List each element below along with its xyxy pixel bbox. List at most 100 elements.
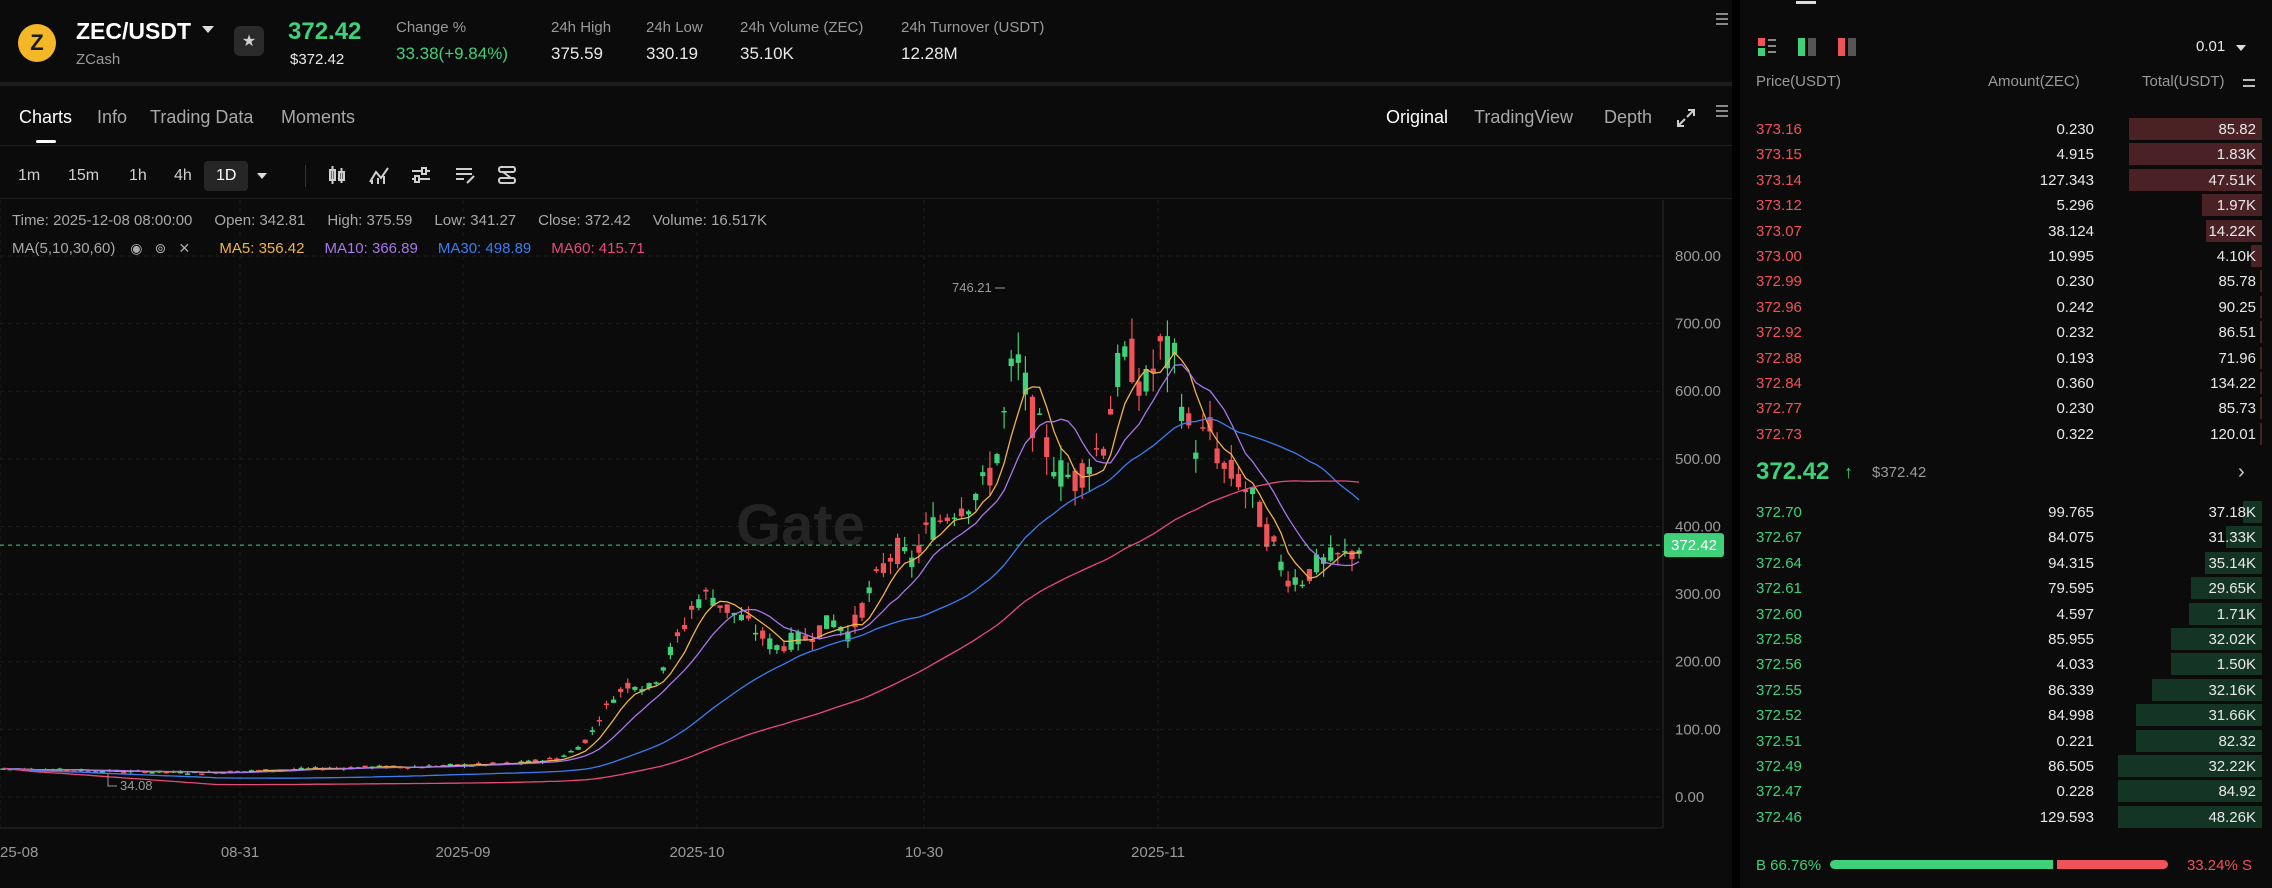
pair-selector[interactable]: ZEC/USDT [76, 18, 191, 45]
ask-total: 1.83K [2216, 146, 2256, 164]
ask-row[interactable]: 372.77 0.230 85.73 [1740, 395, 2272, 420]
ask-row[interactable]: 373.16 0.230 85.82 [1740, 116, 2272, 141]
view-tradingview[interactable]: TradingView [1474, 107, 1573, 128]
bid-price: 372.47 [1756, 783, 1802, 801]
candle-up [774, 645, 780, 650]
ask-row[interactable]: 372.84 0.360 134.22 [1740, 370, 2272, 395]
bid-row[interactable]: 372.49 86.505 32.22K [1740, 753, 2272, 778]
ask-row[interactable]: 372.88 0.193 71.96 [1740, 345, 2272, 370]
timeframe-1m[interactable]: 1m [12, 161, 46, 191]
ask-total: 71.96 [2218, 349, 2256, 367]
ask-price: 373.16 [1756, 121, 1802, 138]
drawing-tools-icon[interactable] [496, 164, 518, 186]
candle-down [1285, 580, 1291, 587]
bid-row[interactable]: 372.51 0.221 82.32 [1740, 728, 2272, 753]
bid-total: 29.65K [2208, 580, 2256, 598]
bid-row[interactable]: 372.60 4.597 1.71K [1740, 601, 2272, 626]
timeframe-4h[interactable]: 4h [168, 161, 198, 191]
ask-total: 85.73 [2218, 400, 2256, 418]
candle-down [802, 635, 808, 640]
candle-down [1093, 448, 1099, 450]
candle-down [880, 563, 886, 573]
orderbook-bids-icon[interactable] [1796, 36, 1818, 58]
candle-up [667, 646, 673, 656]
tab-info[interactable]: Info [97, 107, 127, 128]
bid-price: 372.60 [1756, 605, 1802, 623]
close-icon[interactable]: ✕ [175, 239, 193, 257]
candle-type-icon[interactable] [326, 164, 348, 186]
ask-row[interactable]: 372.96 0.242 90.25 [1740, 294, 2272, 319]
chevron-down-icon[interactable] [202, 26, 214, 33]
tab-charts[interactable]: Charts [19, 107, 72, 128]
candle-up [902, 547, 908, 552]
bid-row[interactable]: 372.55 86.339 32.16K [1740, 677, 2272, 702]
precision-selector[interactable]: 0.01 [2196, 38, 2225, 55]
candle-up [866, 587, 872, 594]
bid-row[interactable]: 372.61 79.595 29.65K [1740, 575, 2272, 600]
bid-amount: 0.221 [2056, 732, 2094, 750]
bid-amount: 4.597 [2056, 605, 2094, 623]
ask-row[interactable]: 373.15 4.915 1.83K [1740, 141, 2272, 166]
candle-down [1200, 427, 1206, 429]
timeframe-1d[interactable]: 1D [204, 161, 249, 191]
fullscreen-icon[interactable] [1676, 108, 1696, 128]
settings-icon[interactable]: ⊚ [151, 239, 169, 257]
bid-row[interactable]: 372.52 84.998 31.66K [1740, 702, 2272, 727]
bid-total: 31.66K [2208, 707, 2256, 725]
ask-row[interactable]: 373.14 127.343 47.51K [1740, 167, 2272, 192]
orderbook-asks-icon[interactable] [1836, 36, 1858, 58]
tab-moments[interactable]: Moments [281, 107, 355, 128]
favorite-star-button[interactable]: ★ [234, 26, 264, 56]
ask-row[interactable]: 372.73 0.322 120.01 [1740, 421, 2272, 446]
candle-down [958, 508, 965, 517]
bid-row[interactable]: 372.64 94.315 35.14K [1740, 550, 2272, 575]
candle-down [582, 739, 588, 743]
ask-amount: 0.230 [2056, 121, 2094, 138]
candle-up [1086, 466, 1092, 475]
ask-row[interactable]: 373.00 10.995 4.10K [1740, 243, 2272, 268]
chevron-down-icon[interactable] [257, 173, 267, 179]
ask-row[interactable]: 373.07 38.124 14.22K [1740, 218, 2272, 243]
ask-total: 4.10K [2216, 248, 2256, 265]
candle-down [1100, 448, 1107, 456]
candle-up [1008, 358, 1014, 367]
chart-canvas[interactable]: 800.00 700.00 600.00 500.00 400.00 300.00 200.… [0, 200, 1732, 880]
ask-row[interactable]: 373.12 5.296 1.97K [1740, 192, 2272, 217]
menu-lines-icon[interactable] [1716, 104, 1728, 118]
total-toggle-icon[interactable] [2243, 78, 2255, 88]
bid-row[interactable]: 372.47 0.228 84.92 [1740, 778, 2272, 803]
candle-up [1065, 474, 1071, 478]
candle-up [767, 638, 773, 650]
timeframe-1h[interactable]: 1h [123, 161, 153, 191]
timeframe-15m[interactable]: 15m [62, 161, 105, 191]
indicator-icon[interactable] [368, 164, 390, 186]
candle-up [1037, 413, 1043, 415]
bid-row[interactable]: 372.70 99.765 37.18K [1740, 499, 2272, 524]
candle-up [653, 682, 659, 684]
x-tick-label: 10-30 [905, 844, 943, 861]
ask-row[interactable]: 372.92 0.232 86.51 [1740, 319, 2272, 344]
settings-sliders-icon[interactable] [410, 164, 432, 186]
bid-row[interactable]: 372.46 129.593 48.26K [1740, 804, 2272, 829]
view-depth[interactable]: Depth [1604, 107, 1652, 128]
template-icon[interactable] [454, 164, 476, 186]
ask-amount: 0.230 [2056, 273, 2094, 291]
bid-total: 84.92 [2218, 783, 2256, 801]
bid-row[interactable]: 372.67 84.075 31.33K [1740, 524, 2272, 549]
high-annotation: 746.21 [952, 280, 992, 295]
candlestick-chart[interactable]: 800.00 700.00 600.00 500.00 400.00 300.00 200.… [0, 200, 1732, 880]
bid-row[interactable]: 372.58 85.955 32.02K [1740, 626, 2272, 651]
view-original[interactable]: Original [1386, 107, 1448, 128]
tab-trading-data[interactable]: Trading Data [150, 107, 253, 128]
ask-total: 90.25 [2218, 298, 2256, 316]
eye-icon[interactable]: ◉ [127, 239, 145, 257]
chevron-down-icon[interactable] [2236, 45, 2246, 51]
bid-row[interactable]: 372.56 4.033 1.50K [1740, 651, 2272, 676]
ma30-line [2, 418, 1360, 779]
candle-up [1292, 577, 1298, 585]
orderbook-both-icon[interactable] [1756, 36, 1778, 58]
chevron-right-icon[interactable]: › [2238, 461, 2245, 484]
candle-up [1299, 584, 1305, 587]
menu-lines-icon[interactable] [1716, 12, 1728, 26]
ask-row[interactable]: 372.99 0.230 85.78 [1740, 268, 2272, 293]
